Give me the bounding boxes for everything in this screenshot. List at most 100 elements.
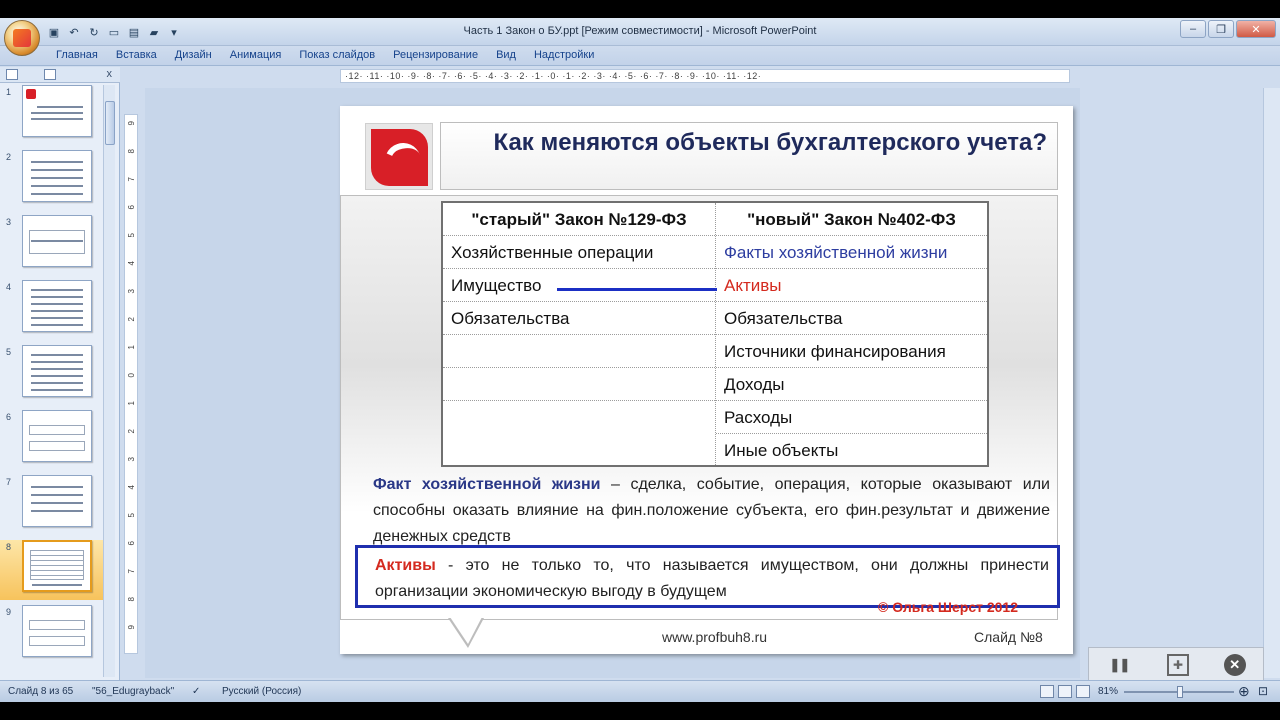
table-column-old-law: "старый" Закон №129-ФЗ Хозяйственные опе… <box>443 203 716 465</box>
ruler-tick: 5 <box>127 513 136 518</box>
zoom-slider-handle[interactable] <box>1177 686 1183 698</box>
ruler-tick: 1 <box>127 401 136 406</box>
tab-addins[interactable]: Надстройки <box>525 49 603 61</box>
slide-title: Как меняются объекты бухгалтерского учет… <box>493 129 1048 156</box>
slides-tab-icon[interactable] <box>6 69 18 80</box>
table-cell <box>443 368 715 401</box>
fit-window-icon[interactable]: ⊡ <box>1258 684 1268 698</box>
thumbnail-number: 9 <box>6 607 12 617</box>
pause-icon[interactable]: ❚❚ <box>1106 652 1132 678</box>
company-logo <box>365 123 433 190</box>
ruler-tick: 7 <box>127 569 136 574</box>
copyright: © Ольга Шерст 2012 <box>878 599 1018 615</box>
fact-term: Факт хозяйственной жизни <box>373 476 601 493</box>
table-cell: Расходы <box>716 401 987 434</box>
tab-design[interactable]: Дизайн <box>166 49 221 61</box>
ruler-tick: 4 <box>127 261 136 266</box>
slide-thumbnail-2[interactable]: 2 <box>0 150 104 210</box>
close-button[interactable]: ✕ <box>1236 20 1276 38</box>
normal-view-icon[interactable] <box>1040 685 1054 698</box>
status-bar: Слайд 8 из 65 "56_Edugrayback" ✓ Русский… <box>0 680 1280 702</box>
ruler-tick: 9 <box>127 121 136 126</box>
tab-insert[interactable]: Вставка <box>107 49 166 61</box>
outline-tab-icon[interactable] <box>44 69 56 80</box>
assets-term: Активы <box>375 557 436 574</box>
table-cell: Обязательства <box>716 302 987 335</box>
ruler-ticks: ·12· ·11· ·10· ·9· ·8· ·7· ·6· ·5· ·4· ·… <box>345 71 762 81</box>
thumbnail-number: 7 <box>6 477 12 487</box>
assets-text: - это не только то, что называется имуще… <box>375 557 1049 600</box>
slide-thumbnail-7[interactable]: 7 <box>0 475 104 535</box>
tab-animation[interactable]: Анимация <box>221 49 291 61</box>
table-cell <box>443 401 715 434</box>
vertical-scrollbar[interactable] <box>1263 88 1280 678</box>
zoom-in-icon[interactable]: ⊕ <box>1238 683 1250 700</box>
title-bar: ▣ ↶ ↻ ▭ ▤ ▰ ▾ Часть 1 Закон о БУ.ppt [Ре… <box>0 18 1280 46</box>
ruler-tick: 8 <box>127 149 136 154</box>
slideshow-view-icon[interactable] <box>1076 685 1090 698</box>
callout-tail <box>448 617 484 648</box>
ruler-tick: 0 <box>127 373 136 378</box>
slide-editing-area: Как меняются объекты бухгалтерского учет… <box>145 88 1080 678</box>
table-header: "новый" Закон №402-ФЗ <box>716 203 987 236</box>
slide-thumbnail-3[interactable]: 3 <box>0 215 104 275</box>
ruler-tick: 2 <box>127 317 136 322</box>
logo-mark-icon <box>371 129 428 186</box>
fullscreen-icon[interactable] <box>1166 654 1189 676</box>
zoom-level[interactable]: 81% <box>1098 686 1118 697</box>
slide-title-box[interactable]: Как меняются объекты бухгалтерского учет… <box>440 122 1058 190</box>
tab-home[interactable]: Главная <box>56 49 107 61</box>
ruler-tick: 4 <box>127 485 136 490</box>
window-controls: – ❐ ✕ <box>1180 20 1276 38</box>
ruler-tick: 6 <box>127 205 136 210</box>
slide-thumbnail-8[interactable]: 8 <box>0 540 104 600</box>
slide-sorter-icon[interactable] <box>1058 685 1072 698</box>
ruler-tick: 7 <box>127 177 136 182</box>
powerpoint-window: ▣ ↶ ↻ ▭ ▤ ▰ ▾ Часть 1 Закон о БУ.ppt [Ре… <box>0 18 1280 702</box>
tab-slideshow[interactable]: Показ слайдов <box>290 49 384 61</box>
table-cell <box>443 335 715 368</box>
thumbnail-scroll-thumb[interactable] <box>105 101 115 145</box>
spellcheck-icon[interactable]: ✓ <box>192 686 200 697</box>
connector-line[interactable] <box>557 288 717 291</box>
slide-thumbnail-6[interactable]: 6 <box>0 410 104 470</box>
office-logo-icon <box>13 29 31 47</box>
ruler-tick: 6 <box>127 541 136 546</box>
slide-thumbnail-9[interactable]: 9 <box>0 605 104 665</box>
comparison-table[interactable]: "старый" Закон №129-ФЗ Хозяйственные опе… <box>441 201 989 467</box>
minimize-button[interactable]: – <box>1180 20 1206 38</box>
slide-number: Слайд №8 <box>974 629 1043 645</box>
theme-name[interactable]: "56_Edugrayback" <box>92 686 174 697</box>
vertical-ruler: 9 8 7 6 5 4 3 2 1 0 1 2 3 4 5 6 7 8 9 <box>124 114 138 654</box>
table-cell: Хозяйственные операции <box>443 236 715 269</box>
tab-review[interactable]: Рецензирование <box>384 49 487 61</box>
table-cell: Активы <box>716 269 987 302</box>
slide-canvas[interactable]: Как меняются объекты бухгалтерского учет… <box>340 106 1073 654</box>
table-cell: Имущество <box>443 269 715 302</box>
table-cell: Обязательства <box>443 302 715 335</box>
panel-tabs: x <box>0 67 120 83</box>
fact-definition[interactable]: Факт хозяйственной жизни – сделка, событ… <box>373 472 1050 550</box>
ruler-tick: 5 <box>127 233 136 238</box>
thumbnail-number: 2 <box>6 152 12 162</box>
slide-thumbnail-4[interactable]: 4 <box>0 280 104 340</box>
restore-button[interactable]: ❐ <box>1208 20 1234 38</box>
thumbnail-scrollbar[interactable] <box>103 85 115 677</box>
thumbnail-number: 4 <box>6 282 12 292</box>
horizontal-ruler: ·12· ·11· ·10· ·9· ·8· ·7· ·6· ·5· ·4· ·… <box>340 69 1070 83</box>
ruler-tick: 9 <box>127 625 136 630</box>
table-cell: Источники финансирования <box>716 335 987 368</box>
thumbnail-list: 1 2 3 4 5 6 7 8 9 <box>0 85 104 677</box>
ruler-tick: 1 <box>127 345 136 350</box>
language-indicator[interactable]: Русский (Россия) <box>222 686 301 697</box>
tab-view[interactable]: Вид <box>487 49 525 61</box>
panel-close-icon[interactable]: x <box>107 68 113 80</box>
site-url: www.profbuh8.ru <box>662 629 768 645</box>
thumbnail-number: 8 <box>6 542 12 552</box>
thumbnail-number: 3 <box>6 217 12 227</box>
slide-thumbnail-1[interactable]: 1 <box>0 85 104 145</box>
close-icon[interactable]: ✕ <box>1223 654 1246 676</box>
slide-thumbnail-5[interactable]: 5 <box>0 345 104 405</box>
office-button[interactable] <box>4 20 40 56</box>
table-column-new-law: "новый" Закон №402-ФЗ Факты хозяйственно… <box>716 203 987 465</box>
